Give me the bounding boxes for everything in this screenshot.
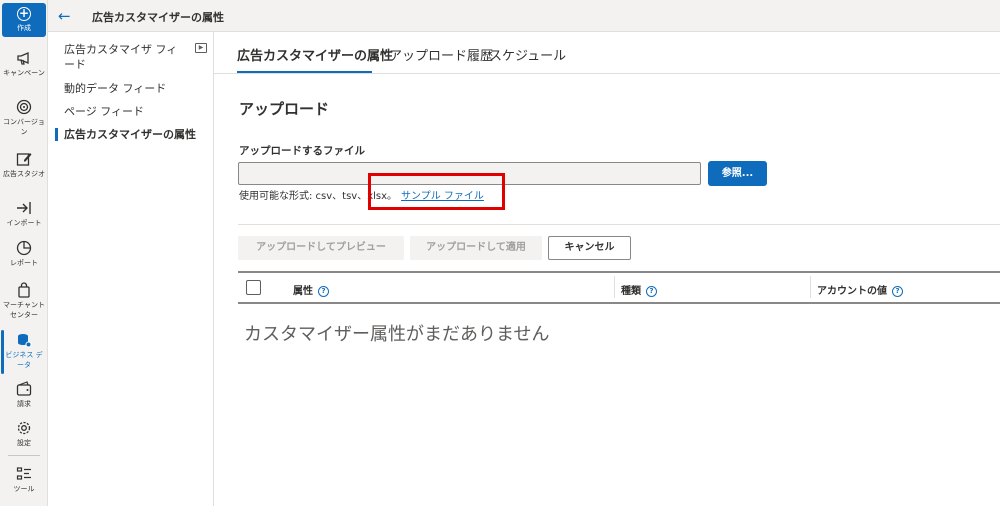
rail-item-settings[interactable]: 設定	[0, 420, 48, 448]
page-title: 広告カスタマイザーの属性	[92, 11, 224, 24]
highlight-box	[368, 173, 505, 210]
rail-label: 設定	[17, 439, 31, 447]
rail-label: 広告スタジオ	[3, 170, 45, 178]
edit-image-icon	[16, 153, 32, 166]
column-label: 属性	[293, 286, 313, 297]
browse-button[interactable]: 参照...	[708, 161, 767, 186]
rail-divider	[8, 455, 40, 456]
tools-list-icon	[16, 467, 31, 480]
top-bar: ← 広告カスタマイザーの属性	[48, 0, 1000, 32]
rail-item-import[interactable]: インポート	[0, 200, 48, 228]
subnav-item-ad-customizer-feed[interactable]: 広告カスタマイザ フィード	[64, 42, 184, 72]
upload-preview-button[interactable]: アップロードしてプレビュー	[238, 236, 404, 260]
rail-item-merchant-center[interactable]: マーチャント センター	[0, 282, 48, 320]
rail-item-ad-studio[interactable]: 広告スタジオ	[0, 151, 48, 179]
file-field-label: アップロードするファイル	[239, 145, 365, 157]
help-icon[interactable]: ?	[646, 286, 657, 297]
import-arrow-icon	[17, 202, 31, 214]
column-header-attribute[interactable]: 属性?	[293, 282, 329, 297]
left-rail: + 作成 キャンペーン コンバージョン 広告スタジオ インポート レポート マー…	[0, 0, 48, 506]
back-arrow-icon[interactable]: ←	[58, 8, 74, 24]
column-header-type[interactable]: 種類?	[621, 282, 657, 297]
gear-icon	[17, 421, 31, 435]
rail-label: マーチャント センター	[3, 301, 45, 319]
table-top-border	[238, 271, 1000, 273]
upload-apply-button[interactable]: アップロードして適用	[410, 236, 542, 260]
rail-item-reports[interactable]: レポート	[0, 240, 48, 268]
column-divider	[810, 276, 811, 298]
section-divider	[238, 224, 1000, 225]
column-label: アカウントの値	[817, 286, 887, 297]
rail-label: 請求	[17, 400, 31, 408]
cancel-button[interactable]: キャンセル	[548, 236, 631, 260]
subnav-item-page-feed[interactable]: ページ フィード	[64, 104, 204, 119]
plus-icon: +	[17, 6, 31, 21]
megaphone-icon	[17, 52, 29, 65]
table-header-border	[238, 302, 1000, 304]
help-icon[interactable]: ?	[892, 286, 903, 297]
rail-item-campaigns[interactable]: キャンペーン	[0, 50, 48, 78]
target-icon	[16, 99, 32, 115]
rail-label: ビジネス データ	[5, 351, 43, 369]
database-icon	[18, 334, 32, 348]
create-button[interactable]: + 作成	[2, 3, 46, 37]
rail-label: コンバージョン	[3, 118, 45, 136]
pie-chart-icon	[16, 240, 32, 256]
rail-label: キャンペーン	[3, 69, 45, 77]
rail-label: インポート	[6, 219, 42, 227]
rail-item-business-data[interactable]: ビジネス データ	[0, 330, 48, 374]
subnav-item-dynamic-data-feed[interactable]: 動的データ フィード	[64, 81, 204, 96]
rail-item-tools[interactable]: ツール	[0, 466, 48, 494]
empty-table-message: カスタマイザー属性がまだありません	[244, 324, 550, 345]
column-label: 種類	[621, 286, 641, 297]
wallet-icon	[16, 381, 32, 396]
create-label: 作成	[17, 24, 31, 32]
collapse-panel-icon[interactable]: ▶	[195, 43, 207, 53]
rail-item-billing[interactable]: 請求	[0, 381, 48, 409]
upload-section-title: アップロード	[239, 100, 330, 118]
subnav-item-ad-customizer-attributes[interactable]: 広告カスタマイザーの属性	[55, 127, 204, 142]
rail-item-conversions[interactable]: コンバージョン	[0, 99, 48, 137]
column-divider	[614, 276, 615, 298]
rail-label: レポート	[10, 259, 38, 267]
rail-label: ツール	[13, 485, 35, 493]
tab-customizer-attributes[interactable]: 広告カスタマイザーの属性	[237, 45, 393, 64]
tab-upload-history[interactable]: アップロード履歴	[389, 45, 493, 64]
tab-divider	[214, 73, 1000, 74]
select-all-checkbox[interactable]	[246, 280, 261, 295]
help-icon[interactable]: ?	[318, 286, 329, 297]
tab-schedule[interactable]: スケジュール	[489, 45, 566, 64]
secondary-nav: 広告カスタマイザ フィード ▶ 動的データ フィード ページ フィード 広告カス…	[48, 32, 214, 506]
shopping-bag-icon	[18, 282, 30, 298]
column-header-account-value[interactable]: アカウントの値?	[817, 282, 903, 297]
